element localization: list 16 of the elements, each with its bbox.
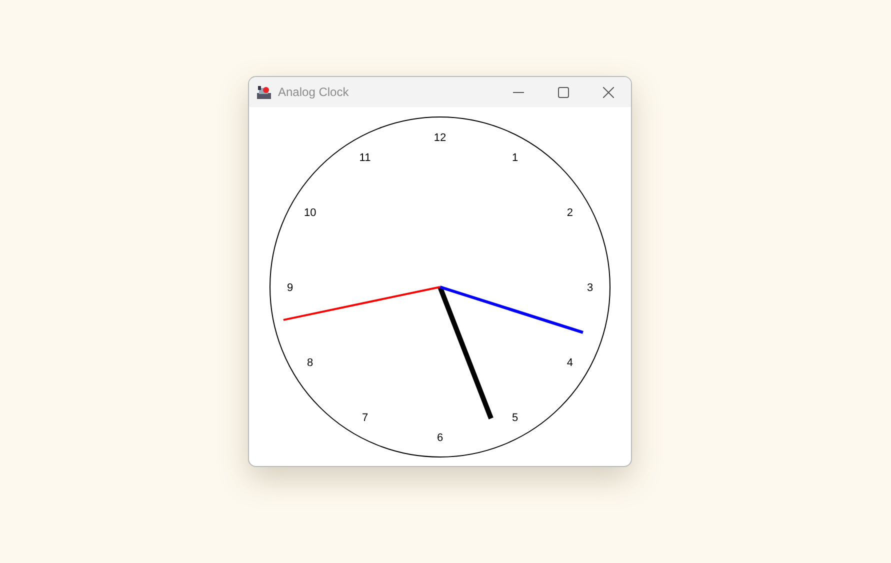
hour-numeral: 4 (566, 357, 573, 369)
hour-numeral: 2 (566, 207, 573, 219)
hour-numeral: 1 (512, 152, 518, 164)
hour-numeral: 10 (304, 207, 316, 219)
hour-numeral: 12 (434, 132, 446, 144)
hour-numeral: 6 (436, 432, 444, 444)
app-icon (256, 84, 272, 100)
hour-numeral: 5 (512, 412, 518, 424)
hour-numeral: 3 (586, 282, 594, 294)
hour-numeral: 7 (362, 412, 368, 424)
hour-numeral: 9 (286, 282, 294, 294)
hour-numeral: 8 (307, 357, 314, 369)
maximize-icon (558, 86, 569, 98)
window-title: Analog Clock (278, 85, 350, 99)
hour-numeral: 11 (359, 152, 371, 164)
close-icon (603, 86, 614, 98)
